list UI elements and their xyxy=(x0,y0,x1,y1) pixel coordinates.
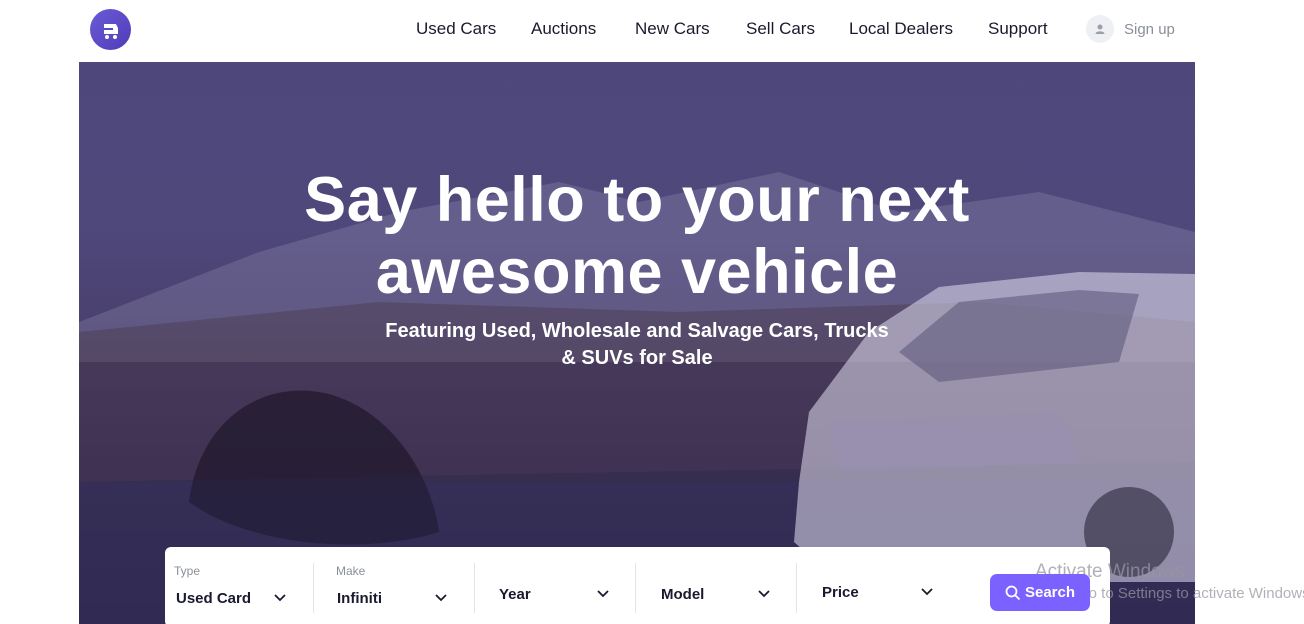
price-value: Price xyxy=(822,584,859,601)
year-select[interactable]: Year xyxy=(475,547,635,624)
cart-icon xyxy=(103,23,118,39)
chevron-down-icon xyxy=(435,594,447,602)
search-icon xyxy=(1005,585,1021,600)
vehicle-search-bar: Type Used Card Make Infiniti Year Model … xyxy=(165,547,1110,624)
model-value: Model xyxy=(661,586,705,603)
site-logo[interactable] xyxy=(90,9,131,50)
hero-title: Say hello to your next awesome vehicle xyxy=(79,164,1195,308)
make-label: Make xyxy=(336,564,366,578)
make-select[interactable]: Make Infiniti xyxy=(314,547,474,624)
chevron-down-icon xyxy=(921,588,933,596)
price-select[interactable]: Price xyxy=(797,547,947,624)
search-button[interactable]: Search xyxy=(990,574,1090,611)
hero-title-line1: Say hello to your next xyxy=(304,165,970,235)
signup-label: Sign up xyxy=(1124,20,1175,38)
make-value: Infiniti xyxy=(337,590,382,607)
type-value: Used Card xyxy=(176,590,252,607)
type-select[interactable]: Type Used Card xyxy=(165,547,313,624)
top-navbar: Used Cars Auctions New Cars Sell Cars Lo… xyxy=(0,0,1304,62)
hero-banner: Say hello to your next awesome vehicle F… xyxy=(79,62,1195,624)
search-button-label: Search xyxy=(1024,584,1076,601)
nav-new-cars[interactable]: New Cars xyxy=(635,19,710,39)
user-icon xyxy=(1095,24,1105,34)
model-select[interactable]: Model xyxy=(636,547,796,624)
nav-auctions[interactable]: Auctions xyxy=(531,19,596,39)
nav-support[interactable]: Support xyxy=(988,19,1048,39)
hero-subtitle-line2: & SUVs for Sale xyxy=(561,347,713,369)
type-label: Type xyxy=(174,564,201,578)
activate-windows-hint: Go to Settings to activate Windows. xyxy=(1077,585,1304,602)
chevron-down-icon xyxy=(274,594,286,602)
nav-local-dealers[interactable]: Local Dealers xyxy=(849,19,953,39)
nav-used-cars[interactable]: Used Cars xyxy=(416,19,496,39)
year-value: Year xyxy=(499,586,531,603)
page: Used Cars Auctions New Cars Sell Cars Lo… xyxy=(0,0,1304,624)
hero-subtitle-line1: Featuring Used, Wholesale and Salvage Ca… xyxy=(385,320,889,342)
nav-sell-cars[interactable]: Sell Cars xyxy=(746,19,815,39)
avatar xyxy=(1086,15,1114,43)
hero-title-line2: awesome vehicle xyxy=(375,237,899,307)
signup-button[interactable]: Sign up xyxy=(1086,15,1175,43)
hero-subtitle: Featuring Used, Wholesale and Salvage Ca… xyxy=(359,318,915,372)
chevron-down-icon xyxy=(758,590,770,598)
chevron-down-icon xyxy=(597,590,609,598)
